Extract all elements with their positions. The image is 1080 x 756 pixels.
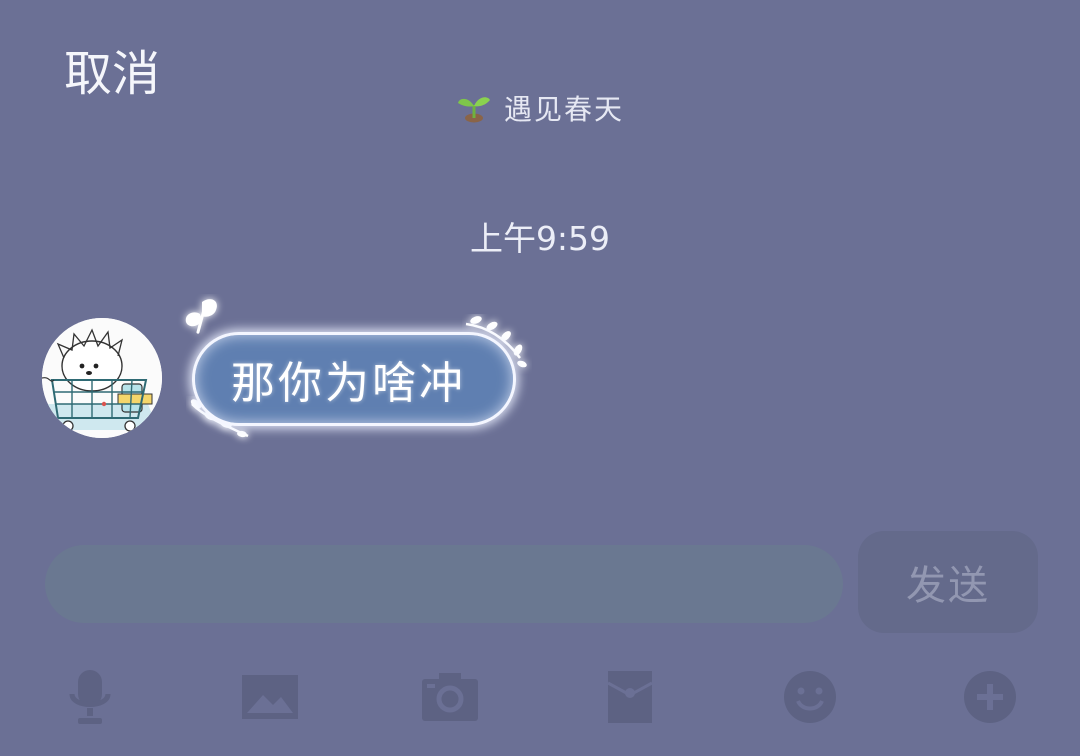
sprout-icon bbox=[456, 88, 492, 128]
message-input[interactable] bbox=[45, 545, 843, 623]
image-icon bbox=[242, 675, 298, 719]
input-toolbar bbox=[0, 660, 1080, 734]
red-packet-button[interactable] bbox=[590, 660, 670, 734]
emoji-button[interactable] bbox=[770, 660, 850, 734]
contact-avatar[interactable] bbox=[42, 318, 162, 438]
message-timestamp: 上午9:59 bbox=[469, 219, 611, 258]
send-button[interactable]: 发送 bbox=[858, 531, 1038, 633]
red-packet-icon bbox=[607, 671, 653, 723]
contact-name: 遇见春天 bbox=[503, 93, 624, 126]
message-text: 那你为啥冲 bbox=[231, 358, 466, 409]
message-bubble[interactable]: 那你为啥冲 bbox=[192, 332, 516, 426]
microphone-icon bbox=[69, 670, 111, 724]
camera-button[interactable] bbox=[410, 660, 490, 734]
hedgehog-in-shopping-cart-avatar bbox=[42, 318, 162, 438]
image-button[interactable] bbox=[230, 660, 310, 734]
plus-icon bbox=[964, 671, 1016, 723]
more-button[interactable] bbox=[950, 660, 1030, 734]
contact-header: 遇见春天 bbox=[0, 86, 1080, 130]
message-bubble-container: 那你为啥冲 bbox=[172, 292, 542, 452]
emoji-icon bbox=[784, 671, 836, 723]
voice-button[interactable] bbox=[50, 660, 130, 734]
camera-icon bbox=[422, 673, 478, 721]
